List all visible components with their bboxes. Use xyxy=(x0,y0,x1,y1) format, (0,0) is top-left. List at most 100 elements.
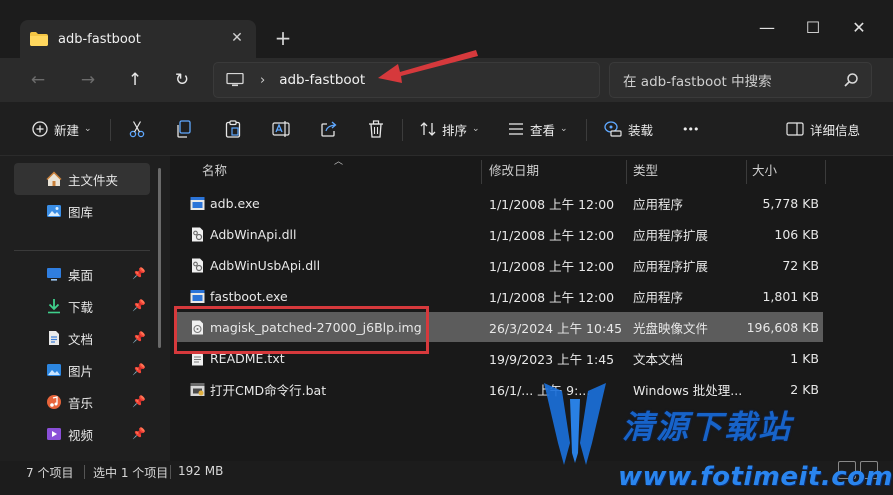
scissors-icon xyxy=(129,121,145,138)
paste-button[interactable] xyxy=(225,116,241,142)
new-tab-button[interactable]: + xyxy=(272,27,294,49)
file-size: 1,801 KB xyxy=(762,288,819,304)
view-button[interactable]: 查看 ⌄ xyxy=(508,116,568,142)
dll-icon xyxy=(190,258,205,273)
breadcrumb-chevron-icon: › xyxy=(260,72,266,88)
file-date: 26/3/2024 上午 10:45 xyxy=(489,320,623,336)
details-pane-button[interactable]: 详细信息 xyxy=(786,116,860,142)
videos-icon xyxy=(46,426,62,442)
sidebar-scrollbar[interactable] xyxy=(158,168,161,348)
status-selected-size: 192 MB xyxy=(178,464,224,478)
batch-file-icon xyxy=(190,382,205,397)
sidebar-item-label: 图片 xyxy=(68,363,94,379)
rename-icon xyxy=(272,121,290,137)
sidebar-item-downloads[interactable]: 下载 📌 xyxy=(14,290,150,322)
toolbar-divider xyxy=(110,119,111,141)
file-size: 106 KB xyxy=(774,226,819,242)
pin-icon[interactable]: 📌 xyxy=(132,363,146,376)
download-icon xyxy=(46,298,62,314)
tab-adb-fastboot[interactable]: adb-fastboot ✕ xyxy=(20,20,256,58)
sidebar-item-gallery[interactable]: 图库 xyxy=(14,195,150,227)
mount-label: 装载 xyxy=(628,122,654,138)
forward-icon[interactable]: → xyxy=(74,66,102,94)
file-type: Windows 批处理... xyxy=(633,382,743,398)
sidebar-item-label: 桌面 xyxy=(68,267,94,283)
sidebar-item-home[interactable]: 主文件夹 xyxy=(14,163,150,195)
file-type: 应用程序 xyxy=(633,289,684,305)
new-label: 新建 xyxy=(54,122,80,138)
file-row[interactable]: AdbWinApi.dll 1/1/2008 上午 12:00 应用程序扩展 1… xyxy=(176,219,823,249)
column-header-size[interactable]: 大小 xyxy=(752,156,777,186)
mount-icon xyxy=(604,121,622,137)
file-name: adb.exe xyxy=(210,195,260,211)
breadcrumb-adb-fastboot[interactable]: adb-fastboot xyxy=(279,72,365,88)
file-date: 19/9/2023 上午 1:45 xyxy=(489,351,615,367)
file-type: 应用程序 xyxy=(633,196,684,212)
file-row[interactable]: 打开CMD命令行.bat 16/1/... 上午 9:... Windows 批… xyxy=(176,374,823,404)
title-bar: adb-fastboot ✕ + — ☐ ✕ xyxy=(0,0,893,58)
column-header-date[interactable]: 修改日期 xyxy=(489,156,539,186)
column-divider[interactable] xyxy=(626,160,627,184)
sort-button[interactable]: 排序 ⌄ xyxy=(420,116,480,142)
up-icon[interactable]: ↑ xyxy=(121,66,149,94)
column-divider[interactable] xyxy=(746,160,747,184)
share-button[interactable] xyxy=(320,116,338,142)
pin-icon[interactable]: 📌 xyxy=(132,427,146,440)
pin-icon[interactable]: 📌 xyxy=(132,299,146,312)
sidebar-item-music[interactable]: 音乐 📌 xyxy=(14,386,150,418)
pin-icon[interactable]: 📌 xyxy=(132,395,146,408)
sidebar-item-desktop[interactable]: 桌面 📌 xyxy=(14,258,150,290)
file-date: 1/1/2008 上午 12:00 xyxy=(489,289,615,305)
maximize-button[interactable]: ☐ xyxy=(800,16,826,40)
file-date: 1/1/2008 上午 12:00 xyxy=(489,227,615,243)
sidebar-item-videos[interactable]: 视频 📌 xyxy=(14,418,150,450)
search-placeholder: 在 adb-fastboot 中搜索 xyxy=(623,74,772,90)
new-button[interactable]: 新建 ⌄ xyxy=(32,116,92,142)
file-row[interactable]: adb.exe 1/1/2008 上午 12:00 应用程序 5,778 KB xyxy=(176,188,823,218)
toolbar-divider xyxy=(586,119,587,141)
exe-icon xyxy=(190,289,205,304)
search-icon[interactable] xyxy=(843,72,859,88)
cut-button[interactable] xyxy=(128,116,146,142)
column-header-name[interactable]: 名称 xyxy=(202,156,227,186)
sort-icon xyxy=(420,122,436,136)
minimize-button[interactable]: — xyxy=(754,16,780,40)
back-icon[interactable]: ← xyxy=(24,66,52,94)
delete-button[interactable] xyxy=(368,116,384,142)
file-row[interactable]: AdbWinUsbApi.dll 1/1/2008 上午 12:00 应用程序扩… xyxy=(176,250,823,280)
rename-button[interactable] xyxy=(272,116,290,142)
refresh-icon[interactable]: ↻ xyxy=(168,66,196,94)
desktop-icon xyxy=(46,266,62,282)
navigation-bar: ← → ↑ ↻ › adb-fastboot 在 adb-fastboot 中搜… xyxy=(0,58,893,102)
search-box[interactable]: 在 adb-fastboot 中搜索 xyxy=(609,62,872,98)
pin-icon[interactable]: 📌 xyxy=(132,331,146,344)
sort-label: 排序 xyxy=(442,122,468,138)
sidebar-item-documents[interactable]: 文档 📌 xyxy=(14,322,150,354)
address-bar[interactable]: › adb-fastboot xyxy=(213,62,600,98)
pin-icon[interactable]: 📌 xyxy=(132,267,146,280)
column-header-type[interactable]: 类型 xyxy=(633,156,658,186)
plus-circle-icon xyxy=(32,121,48,137)
view-icon xyxy=(509,123,523,135)
file-date: 1/1/2008 上午 12:00 xyxy=(489,196,615,212)
sidebar-item-label: 图库 xyxy=(68,204,94,220)
close-button[interactable]: ✕ xyxy=(846,16,872,40)
chevron-down-icon: ⌄ xyxy=(472,124,480,134)
computer-icon xyxy=(226,72,244,87)
tab-close-icon[interactable]: ✕ xyxy=(228,29,246,47)
command-toolbar: 新建 ⌄ 排序 ⌄ 查看 ⌄ 装载 ••• 详细信息 xyxy=(0,102,893,156)
mount-button[interactable]: 装载 xyxy=(604,116,653,142)
annotation-highlight-box xyxy=(174,306,429,354)
sidebar-item-pictures[interactable]: 图片 📌 xyxy=(14,354,150,386)
file-name: AdbWinUsbApi.dll xyxy=(210,257,321,273)
details-pane-icon xyxy=(786,122,804,136)
copy-button[interactable] xyxy=(176,116,192,142)
more-icon: ••• xyxy=(682,122,699,136)
column-divider[interactable] xyxy=(825,160,826,184)
column-divider[interactable] xyxy=(481,160,482,184)
file-size: 2 KB xyxy=(790,381,819,397)
sidebar-item-label: 文档 xyxy=(68,331,94,347)
more-options-button[interactable]: ••• xyxy=(682,116,699,142)
copy-icon xyxy=(177,120,191,138)
watermark-url: www.fotimeit.com xyxy=(618,462,893,492)
